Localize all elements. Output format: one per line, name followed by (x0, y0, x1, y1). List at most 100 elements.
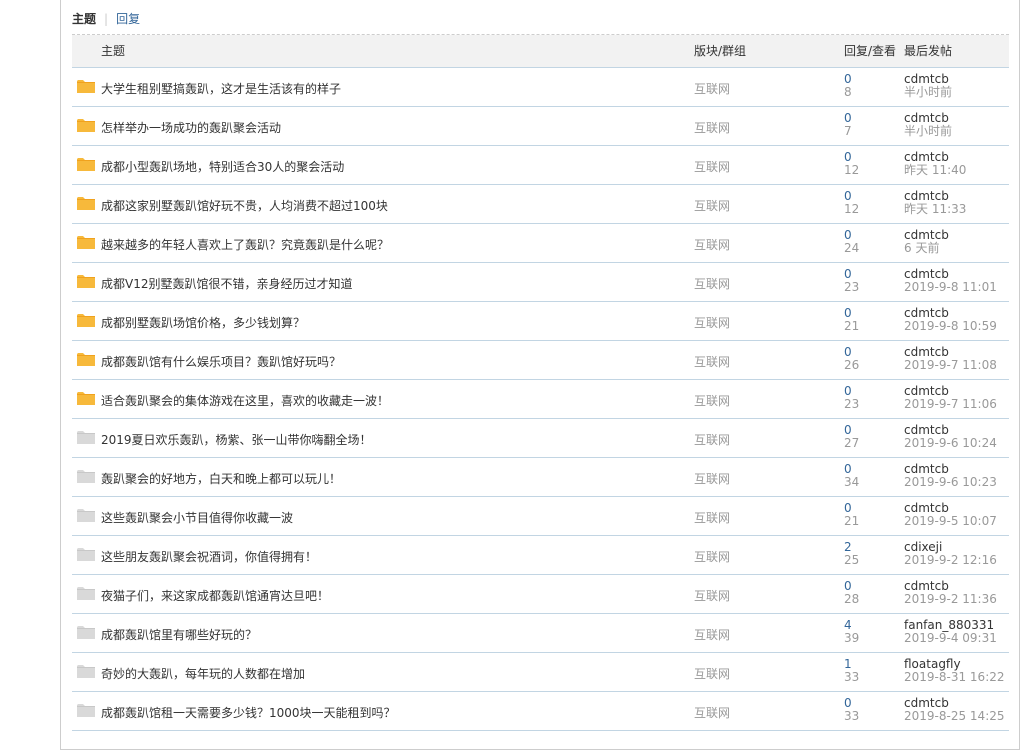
folder-old-icon (77, 548, 95, 561)
thread-title-link[interactable]: 成都这家别墅轰趴馆好玩不贵，人均消费不超过100块 (101, 197, 388, 214)
view-count: 24 (844, 241, 860, 255)
thread-forum-link[interactable]: 互联网 (694, 704, 730, 721)
tab-separator: | (104, 12, 109, 26)
last-post-time[interactable]: 昨天 11:40 (904, 164, 966, 177)
view-count: 33 (844, 709, 860, 723)
thread-title-link[interactable]: 夜猫子们，来这家成都轰趴馆通宵达旦吧！ (101, 587, 329, 604)
thread-forum-link[interactable]: 互联网 (694, 353, 730, 370)
table-row: 成都V12别墅轰趴馆很不错，亲身经历过才知道 互联网 0 23 cdmtcb 2019-9… (72, 263, 1009, 302)
last-post-time[interactable]: 2019-9-5 10:07 (904, 515, 997, 528)
folder-old-icon (77, 704, 95, 717)
header-forum: 版块/群组 (694, 44, 747, 58)
thread-title-link[interactable]: 成都小型轰趴场地，特别适合30人的聚会活动 (101, 158, 344, 175)
view-count: 34 (844, 475, 860, 489)
header-last-post: 最后发帖 (904, 44, 953, 58)
thread-forum-link[interactable]: 互联网 (694, 119, 730, 136)
thread-forum-link[interactable]: 互联网 (694, 509, 730, 526)
thread-title-link[interactable]: 越来越多的年轻人喜欢上了轰趴？究竟轰趴是什么呢？ (101, 236, 389, 253)
last-post-time[interactable]: 半小时前 (904, 125, 952, 138)
thread-title-link[interactable]: 成都轰趴馆有什么娱乐项目？轰趴馆好玩吗？ (101, 353, 341, 370)
table-row: 成都轰趴馆里有哪些好玩的？ 互联网 4 39 fanfan_880331 2019-9-4… (72, 614, 1009, 653)
last-post-time[interactable]: 2019-9-7 11:06 (904, 398, 997, 411)
folder-new-icon (77, 236, 95, 249)
view-count: 25 (844, 553, 860, 567)
thread-title-link[interactable]: 2019夏日欢乐轰趴，杨紫、张一山带你嗨翻全场！ (101, 431, 372, 448)
last-post-time[interactable]: 6 天前 (904, 242, 939, 255)
view-count: 12 (844, 163, 860, 177)
thread-list-panel: 主题 | 回复 主题 版块/群组 回复/查看 最后发帖 大学生租别墅搞轰趴，这才是生… (60, 0, 1020, 750)
table-header: 主题 版块/群组 回复/查看 最后发帖 (72, 35, 1009, 68)
tab-bar: 主题 | 回复 (72, 10, 140, 28)
thread-forum-link[interactable]: 互联网 (694, 314, 730, 331)
thread-title-link[interactable]: 大学生租别墅搞轰趴，这才是生活该有的样子 (101, 80, 341, 97)
table-row: 奇妙的大轰趴，每年玩的人数都在增加 互联网 1 33 floatagfly 2019-8-… (72, 653, 1009, 692)
thread-forum-link[interactable]: 互联网 (694, 626, 730, 643)
view-count: 21 (844, 319, 860, 333)
table-row: 轰趴聚会的好地方，白天和晚上都可以玩儿！ 互联网 0 34 cdmtcb 2019-9-6… (72, 458, 1009, 497)
view-count: 23 (844, 397, 860, 411)
last-post-time[interactable]: 2019-9-8 10:59 (904, 320, 997, 333)
folder-old-icon (77, 431, 95, 444)
thread-forum-link[interactable]: 互联网 (694, 587, 730, 604)
header-stats: 回复/查看 (844, 44, 897, 58)
last-post-time[interactable]: 2019-9-4 09:31 (904, 632, 997, 645)
table-row: 夜猫子们，来这家成都轰趴馆通宵达旦吧！ 互联网 0 28 cdmtcb 2019-9-2 … (72, 575, 1009, 614)
thread-title-link[interactable]: 成都V12别墅轰趴馆很不错，亲身经历过才知道 (101, 275, 352, 292)
folder-old-icon (77, 665, 95, 678)
thread-forum-link[interactable]: 互联网 (694, 470, 730, 487)
thread-forum-link[interactable]: 互联网 (694, 431, 730, 448)
thread-forum-link[interactable]: 互联网 (694, 80, 730, 97)
table-row: 大学生租别墅搞轰趴，这才是生活该有的样子 互联网 0 8 cdmtcb 半小时前 (72, 68, 1009, 107)
folder-new-icon (77, 314, 95, 327)
last-post-time[interactable]: 2019-8-31 16:22 (904, 671, 1005, 684)
thread-forum-link[interactable]: 互联网 (694, 548, 730, 565)
thread-forum-link[interactable]: 互联网 (694, 197, 730, 214)
last-post-time[interactable]: 2019-8-25 14:25 (904, 710, 1005, 723)
tab-topic[interactable]: 主题 (72, 12, 96, 26)
view-count: 8 (844, 85, 852, 99)
folder-new-icon (77, 275, 95, 288)
folder-new-icon (77, 158, 95, 171)
view-count: 33 (844, 670, 860, 684)
last-post-time[interactable]: 2019-9-2 12:16 (904, 554, 997, 567)
thread-forum-link[interactable]: 互联网 (694, 392, 730, 409)
thread-title-link[interactable]: 成都轰趴馆里有哪些好玩的？ (101, 626, 257, 643)
last-post-time[interactable]: 半小时前 (904, 86, 952, 99)
table-row: 成都别墅轰趴场馆价格，多少钱划算？ 互联网 0 21 cdmtcb 2019-9-8 10… (72, 302, 1009, 341)
thread-forum-link[interactable]: 互联网 (694, 158, 730, 175)
view-count: 21 (844, 514, 860, 528)
folder-new-icon (77, 119, 95, 132)
last-post-time[interactable]: 2019-9-6 10:23 (904, 476, 997, 489)
thread-title-link[interactable]: 这些轰趴聚会小节目值得你收藏一波 (101, 509, 293, 526)
thread-title-link[interactable]: 奇妙的大轰趴，每年玩的人数都在增加 (101, 665, 305, 682)
table-row: 成都这家别墅轰趴馆好玩不贵，人均消费不超过100块 互联网 0 12 cdmtcb 昨天 … (72, 185, 1009, 224)
last-post-time[interactable]: 昨天 11:33 (904, 203, 966, 216)
folder-old-icon (77, 509, 95, 522)
last-post-time[interactable]: 2019-9-8 11:01 (904, 281, 997, 294)
last-post-time[interactable]: 2019-9-6 10:24 (904, 437, 997, 450)
thread-title-link[interactable]: 轰趴聚会的好地方，白天和晚上都可以玩儿！ (101, 470, 341, 487)
thread-title-link[interactable]: 这些朋友轰趴聚会祝酒词，你值得拥有！ (101, 548, 317, 565)
table-row: 这些朋友轰趴聚会祝酒词，你值得拥有！ 互联网 2 25 cdixeji 2019-9-2 … (72, 536, 1009, 575)
view-count: 28 (844, 592, 860, 606)
last-post-time[interactable]: 2019-9-7 11:08 (904, 359, 997, 372)
thread-title-link[interactable]: 成都别墅轰趴场馆价格，多少钱划算？ (101, 314, 305, 331)
thread-forum-link[interactable]: 互联网 (694, 665, 730, 682)
tab-reply[interactable]: 回复 (116, 12, 140, 26)
view-count: 27 (844, 436, 860, 450)
thread-title-link[interactable]: 成都轰趴馆租一天需要多少钱？1000块一天能租到吗？ (101, 704, 396, 721)
folder-new-icon (77, 80, 95, 93)
table-row: 成都轰趴馆租一天需要多少钱？1000块一天能租到吗？ 互联网 0 33 cdmtcb 20… (72, 692, 1009, 731)
thread-forum-link[interactable]: 互联网 (694, 236, 730, 253)
thread-title-link[interactable]: 适合轰趴聚会的集体游戏在这里，喜欢的收藏走一波！ (101, 392, 389, 409)
view-count: 39 (844, 631, 860, 645)
table-row: 怎样举办一场成功的轰趴聚会活动 互联网 0 7 cdmtcb 半小时前 (72, 107, 1009, 146)
folder-old-icon (77, 626, 95, 639)
thread-title-link[interactable]: 怎样举办一场成功的轰趴聚会活动 (101, 119, 281, 136)
view-count: 23 (844, 280, 860, 294)
last-post-time[interactable]: 2019-9-2 11:36 (904, 593, 997, 606)
thread-forum-link[interactable]: 互联网 (694, 275, 730, 292)
folder-new-icon (77, 392, 95, 405)
folder-old-icon (77, 470, 95, 483)
view-count: 7 (844, 124, 852, 138)
